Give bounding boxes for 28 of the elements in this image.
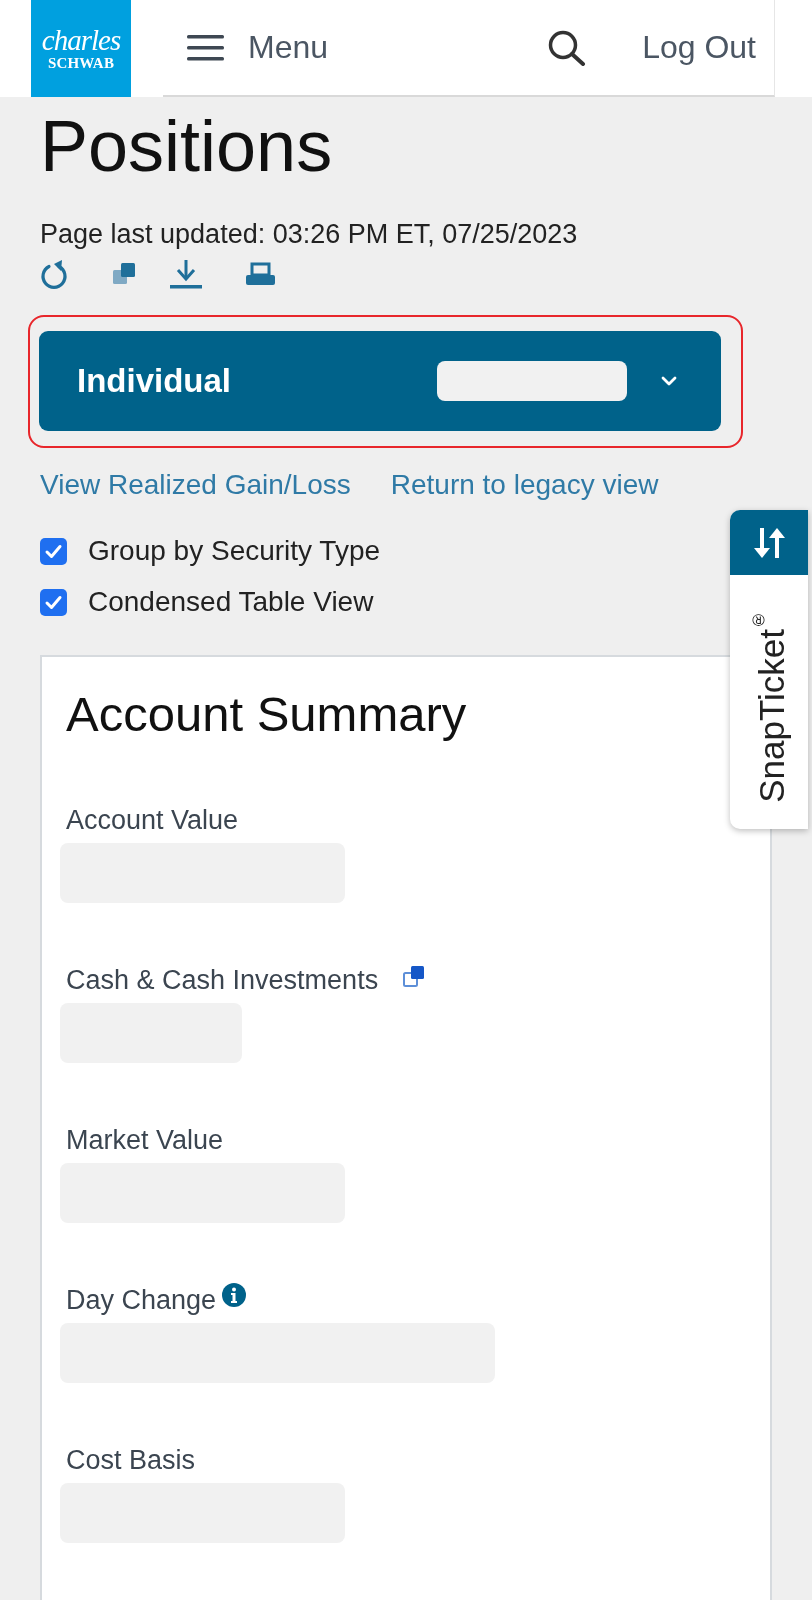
stacked-squares-icon[interactable] (403, 965, 426, 988)
account-dropdown[interactable]: Individual (39, 331, 721, 431)
checkbox[interactable] (40, 537, 67, 565)
menu-icon (187, 34, 224, 61)
field-label: Market Value (66, 1125, 224, 1155)
field-label: Account Value (66, 805, 239, 835)
field-label: Cost Basis (66, 1445, 196, 1475)
info-icon[interactable] (222, 1283, 247, 1307)
chevron-down-icon (661, 376, 677, 386)
card-title: Account Summary (66, 686, 467, 742)
log-out-link[interactable]: Log Out (642, 29, 756, 66)
page-title: Positions (40, 106, 333, 186)
up-down-arrows-icon (752, 525, 786, 560)
refresh-icon[interactable] (40, 259, 68, 289)
checkbox-label[interactable]: Condensed Table View (88, 586, 374, 618)
field-label: Cash & Cash Investments (66, 965, 379, 995)
field-label: Day Change (66, 1285, 217, 1315)
last-updated-text: Page last updated: 03:26 PM ET, 07/25/2023 (40, 219, 578, 249)
search-icon[interactable] (548, 29, 587, 66)
text-link[interactable]: View Realized Gain/Loss (40, 469, 351, 501)
menu-button[interactable]: Menu (187, 29, 329, 66)
text-link[interactable]: Return to legacy view (390, 469, 659, 501)
checkbox-label[interactable]: Group by Security Type (88, 535, 381, 567)
checkbox[interactable] (40, 588, 67, 616)
stacked-squares-icon[interactable] (112, 262, 136, 286)
tab-header[interactable] (730, 510, 808, 575)
printer-icon[interactable] (246, 262, 275, 286)
download-icon[interactable] (170, 259, 202, 289)
